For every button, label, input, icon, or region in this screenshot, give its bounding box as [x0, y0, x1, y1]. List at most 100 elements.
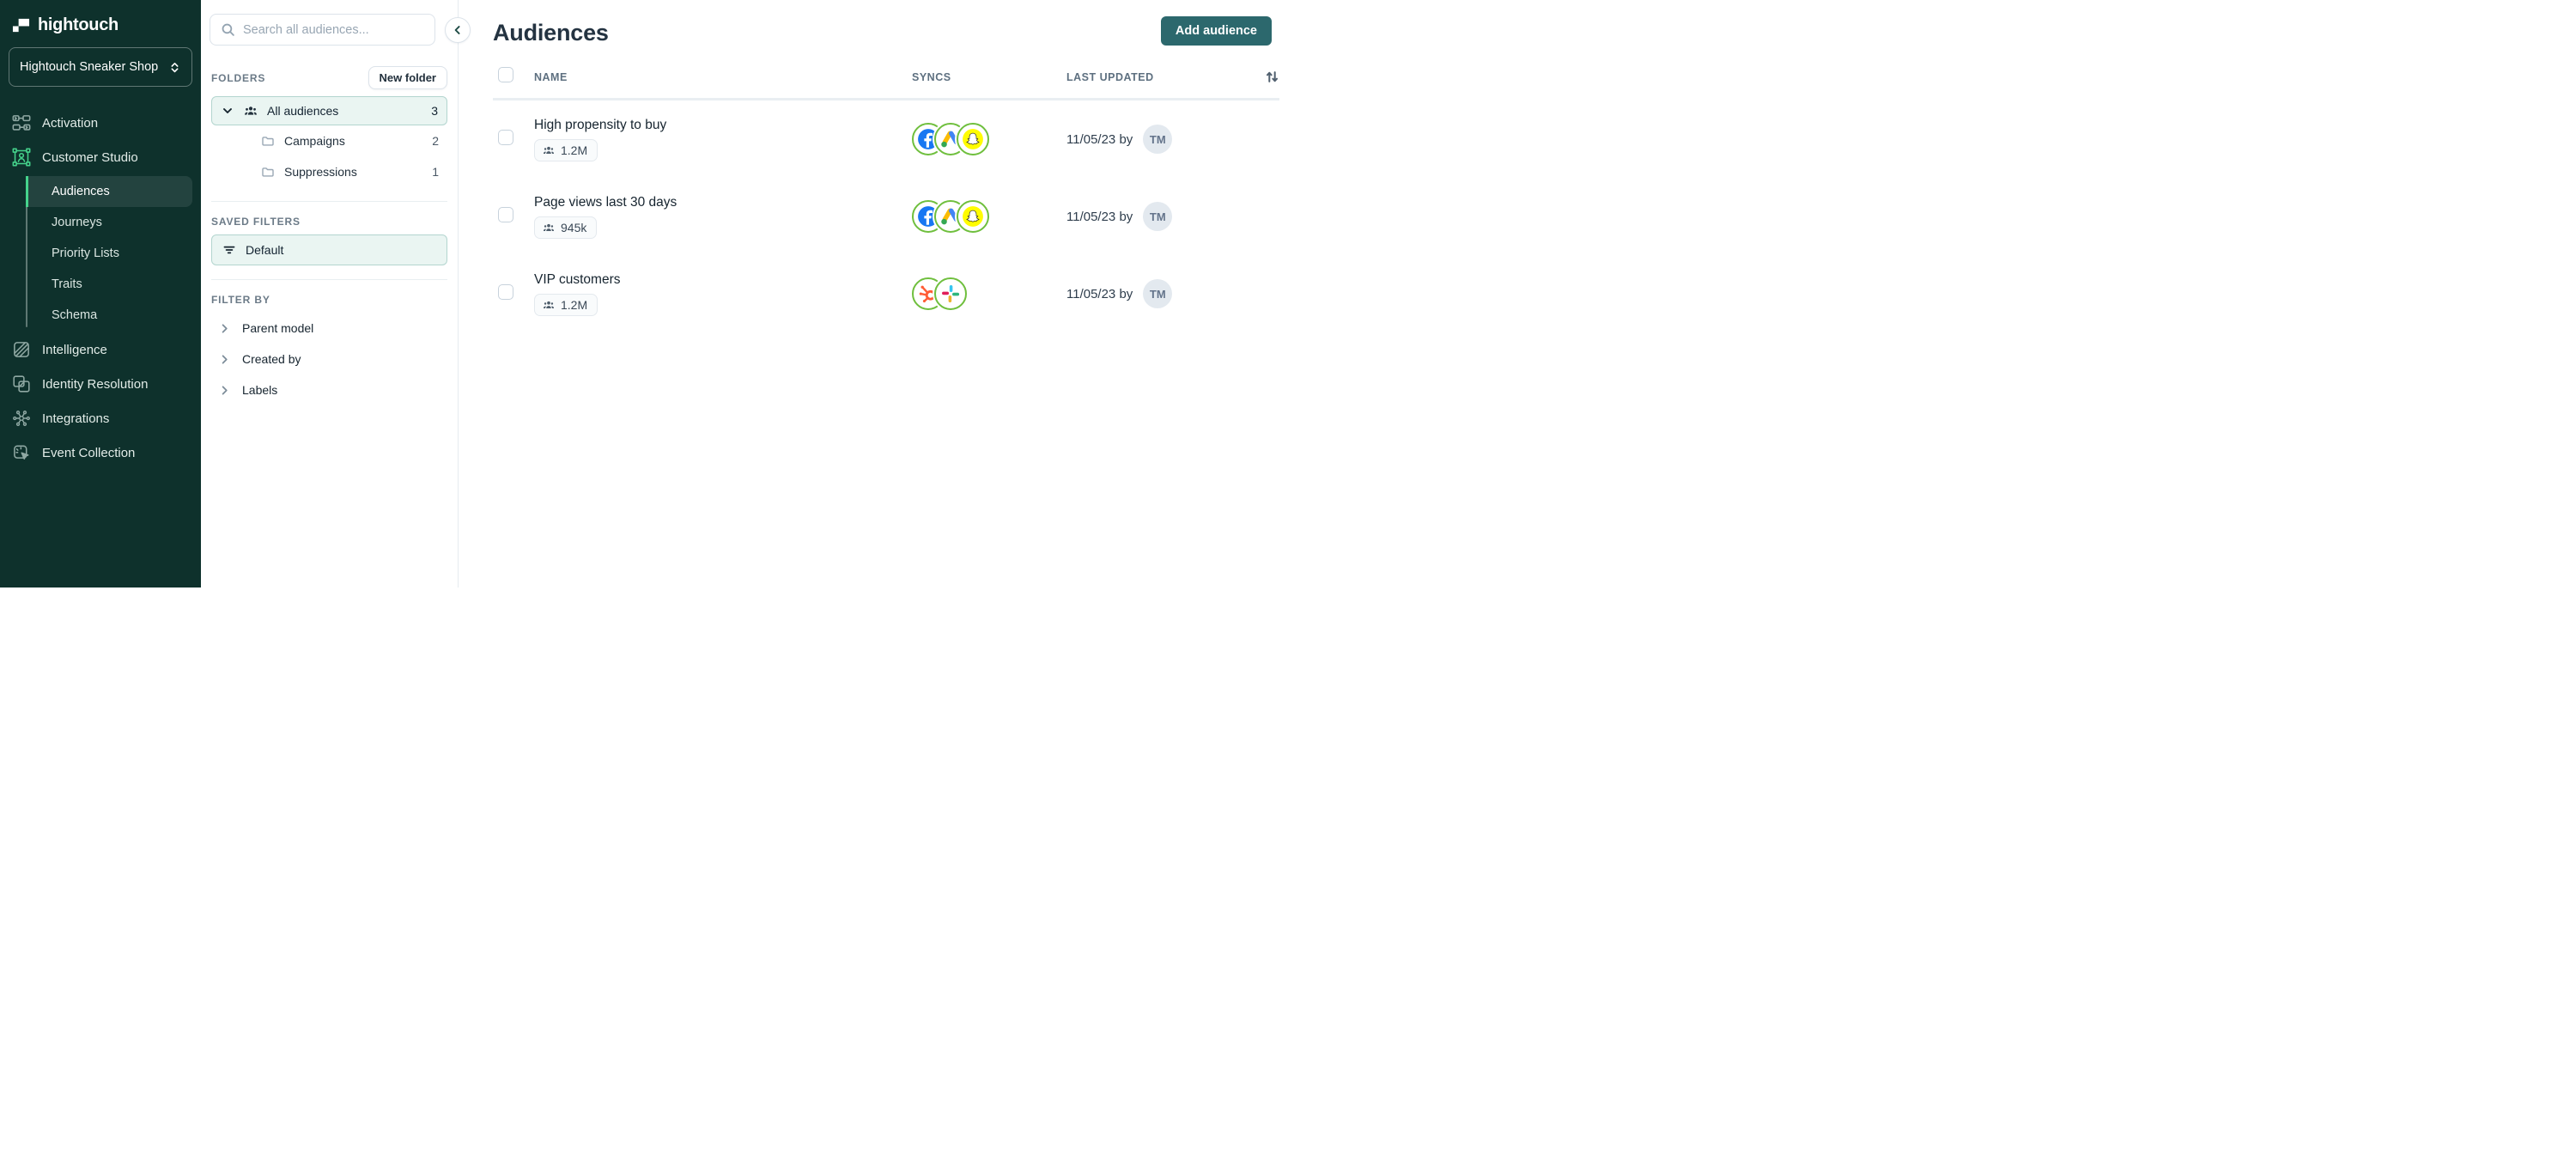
avatar: TM — [1143, 202, 1173, 231]
sidebar-item-customer-studio[interactable]: Customer Studio — [0, 140, 201, 174]
folders-section-label: FOLDERS — [211, 71, 266, 84]
folder-label: Campaigns — [284, 134, 345, 148]
saved-filter-default[interactable]: Default — [211, 234, 447, 265]
sidebar-item-label: Event Collection — [42, 445, 136, 460]
app-window: hightouch Hightouch Sneaker Shop Activat… — [0, 0, 1288, 588]
audience-name[interactable]: VIP customers — [534, 272, 912, 288]
column-header-syncs[interactable]: SYNCS — [912, 71, 1066, 83]
row-checkbox[interactable] — [498, 206, 513, 222]
audience-size-badge: 1.2M — [534, 293, 598, 316]
audience-size: 1.2M — [561, 143, 588, 157]
folder-count: 1 — [432, 165, 439, 179]
filter-icon — [223, 246, 235, 254]
folder-count: 3 — [431, 104, 438, 118]
filter-labels[interactable]: Labels — [201, 374, 458, 405]
search-icon — [222, 23, 234, 36]
folder-label: All audiences — [267, 104, 339, 118]
filter-label: Labels — [242, 383, 278, 397]
hightouch-logo-icon — [12, 18, 30, 33]
identity-resolution-icon — [13, 375, 30, 393]
table-row: VIP customers 1.2M 11/05/23 by TM — [493, 255, 1279, 332]
sidebar-item-label: Customer Studio — [42, 149, 138, 165]
customer-studio-icon — [12, 148, 31, 167]
sort-icon[interactable] — [1265, 70, 1279, 84]
select-all-checkbox[interactable] — [498, 67, 513, 82]
audience-size-badge: 945k — [534, 216, 598, 239]
sync-stack — [912, 123, 1066, 155]
filter-parent-model[interactable]: Parent model — [201, 313, 458, 344]
collapse-panel-button[interactable] — [445, 17, 471, 43]
sync-stack — [912, 200, 1066, 233]
sidebar-item-activation[interactable]: Activation — [0, 106, 201, 140]
audience-search[interactable] — [210, 14, 435, 46]
panel-divider — [211, 201, 447, 202]
avatar: TM — [1143, 279, 1173, 308]
column-header-last-updated[interactable]: LAST UPDATED — [1066, 71, 1249, 83]
snapchat-sync-icon[interactable] — [957, 123, 989, 155]
folder-label: Suppressions — [284, 165, 357, 179]
table-header: NAME SYNCS LAST UPDATED — [493, 67, 1279, 100]
filter-label: Created by — [242, 352, 301, 366]
workspace-name: Hightouch Sneaker Shop — [20, 60, 159, 74]
saved-filter-label: Default — [246, 243, 284, 257]
folder-icon — [262, 137, 274, 146]
filter-created-by[interactable]: Created by — [201, 344, 458, 374]
new-folder-button[interactable]: New folder — [368, 66, 447, 89]
chevron-down-icon[interactable] — [221, 104, 234, 118]
avatar: TM — [1143, 125, 1173, 154]
sidebar-item-traits[interactable]: Traits — [26, 269, 192, 300]
sidebar-item-identity-resolution[interactable]: Identity Resolution — [0, 367, 201, 401]
sidebar-item-label: Integrations — [42, 411, 110, 426]
add-audience-button[interactable]: Add audience — [1160, 16, 1272, 46]
integrations-icon — [13, 411, 30, 426]
sidebar-item-event-collection[interactable]: Event Collection — [0, 435, 201, 470]
sidebar-item-integrations[interactable]: Integrations — [0, 401, 201, 435]
row-checkbox[interactable] — [498, 129, 513, 145]
folder-campaigns[interactable]: Campaigns 2 — [211, 125, 447, 156]
filter-label: Parent model — [242, 321, 314, 335]
chevron-right-icon — [222, 323, 228, 333]
sidebar-item-schema[interactable]: Schema — [26, 300, 192, 331]
audience-size-badge: 1.2M — [534, 138, 598, 161]
people-icon — [543, 146, 555, 154]
audience-name[interactable]: High propensity to buy — [534, 118, 912, 133]
hightouch-logo[interactable]: hightouch — [0, 0, 201, 35]
audiences-filter-panel: FOLDERS New folder All audiences 3 Campa… — [201, 0, 471, 588]
sidebar-item-label: Activation — [42, 115, 99, 131]
search-input[interactable] — [243, 22, 424, 37]
activation-icon — [12, 115, 31, 131]
sidebar-item-priority-lists[interactable]: Priority Lists — [26, 238, 192, 269]
primary-sidebar: hightouch Hightouch Sneaker Shop Activat… — [0, 0, 201, 588]
last-updated-text: 11/05/23 by — [1066, 209, 1133, 224]
sidebar-item-journeys[interactable]: Journeys — [26, 207, 192, 238]
logo-wordmark: hightouch — [38, 15, 118, 34]
sidebar-item-intelligence[interactable]: Intelligence — [0, 332, 201, 367]
column-header-name[interactable]: NAME — [534, 71, 912, 83]
audience-name[interactable]: Page views last 30 days — [534, 195, 912, 210]
chevron-right-icon — [222, 385, 228, 395]
folder-icon — [262, 167, 274, 177]
event-collection-icon — [14, 445, 29, 460]
row-checkbox[interactable] — [498, 283, 513, 300]
sidebar-nav: Activation Customer Studio Audiences Jou… — [0, 106, 201, 470]
snapchat-sync-icon[interactable] — [957, 200, 989, 233]
audiences-main: Audiences Add audience NAME SYNCS LAST U… — [459, 0, 1288, 588]
audience-size: 1.2M — [561, 297, 588, 312]
sidebar-item-label: Intelligence — [42, 342, 107, 357]
slack-sync-icon[interactable] — [934, 277, 967, 310]
sidebar-item-audiences[interactable]: Audiences — [26, 176, 192, 207]
table-row: High propensity to buy 1.2M 11/05/23 by … — [493, 100, 1279, 178]
customer-studio-subnav: Audiences Journeys Priority Lists Traits… — [26, 176, 192, 331]
folder-count: 2 — [432, 134, 439, 148]
filter-by-section-label: FILTER BY — [211, 294, 270, 306]
people-icon — [245, 107, 257, 115]
audience-size: 945k — [561, 220, 587, 234]
table-row: Page views last 30 days 945k 11/05/23 by… — [493, 178, 1279, 255]
page-title: Audiences — [493, 20, 609, 46]
last-updated-text: 11/05/23 by — [1066, 286, 1133, 301]
folder-suppressions[interactable]: Suppressions 1 — [211, 156, 447, 187]
folder-all-audiences[interactable]: All audiences 3 — [211, 96, 447, 125]
workspace-selector[interactable]: Hightouch Sneaker Shop — [9, 47, 192, 87]
sync-stack — [912, 277, 1066, 310]
chevron-up-down-icon — [171, 62, 179, 72]
